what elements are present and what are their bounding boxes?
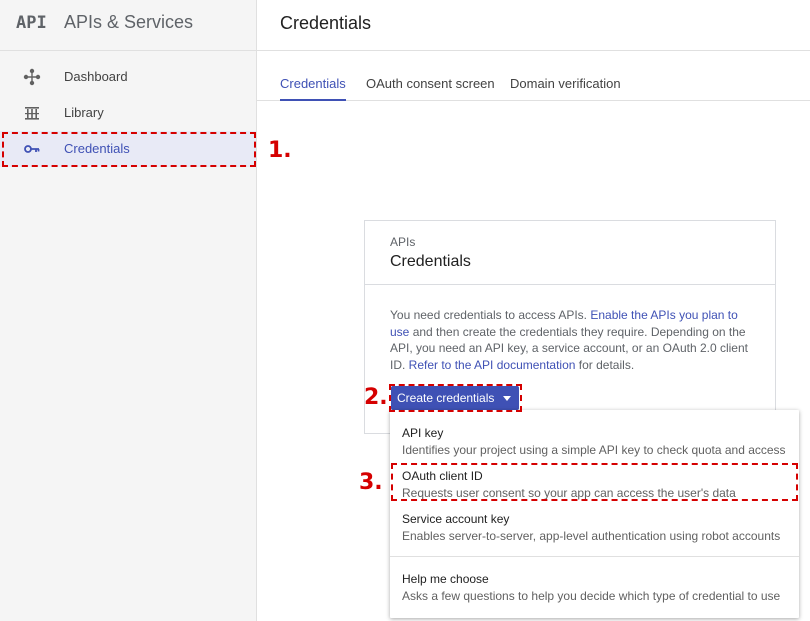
card-header: APIs Credentials: [365, 221, 775, 285]
dashboard-icon: [22, 67, 42, 87]
menu-item-description: Enables server-to-server, app-level auth…: [402, 529, 781, 543]
page-title: Credentials: [280, 13, 372, 33]
menu-item-title: Help me choose: [402, 572, 489, 586]
menu-item-help-me-choose[interactable]: Help me choose Asks a few questions to h…: [390, 566, 799, 608]
brand-header: API APIs & Services: [0, 0, 256, 51]
annotation-box-credentials: [2, 132, 256, 167]
annotation-step-3: 3.: [359, 470, 383, 495]
annotation-box-create-button: [389, 384, 522, 412]
annotation-step-1: 1.: [268, 138, 292, 163]
product-title[interactable]: APIs & Services: [64, 12, 193, 33]
page-header: Credentials: [257, 0, 810, 51]
menu-item-description: Identifies your project using a simple A…: [402, 443, 786, 457]
menu-item-api-key[interactable]: API key Identifies your project using a …: [390, 420, 799, 462]
tab-domain-verification[interactable]: Domain verification: [510, 76, 621, 101]
menu-divider: [390, 556, 799, 557]
menu-item-service-account-key[interactable]: Service account key Enables server-to-se…: [390, 506, 799, 548]
sidebar-item-label: Library: [64, 105, 104, 120]
tab-oauth-consent-screen[interactable]: OAuth consent screen: [366, 76, 495, 101]
menu-item-description: Asks a few questions to help you decide …: [402, 589, 781, 603]
library-icon: [22, 103, 42, 123]
tab-bar: Credentials OAuth consent screen Domain …: [257, 51, 810, 101]
card-description: You need credentials to access APIs. Ena…: [390, 307, 755, 373]
card-eyebrow: APIs: [390, 235, 416, 249]
sidebar-item-dashboard[interactable]: Dashboard: [0, 59, 256, 95]
card-title: Credentials: [390, 253, 471, 270]
card-body-text: for details.: [575, 357, 635, 372]
menu-item-title: Service account key: [402, 512, 510, 526]
sidebar-item-library[interactable]: Library: [0, 95, 256, 131]
card-body-text: You need credentials to access APIs.: [390, 308, 591, 322]
api-documentation-link[interactable]: Refer to the API documentation: [409, 358, 576, 372]
menu-item-title: API key: [402, 426, 444, 440]
sidebar-item-label: Dashboard: [64, 69, 128, 84]
sidebar: API APIs & Services Dashboard Library Cr…: [0, 0, 257, 621]
annotation-box-oauth-client-id: [391, 463, 798, 501]
tab-credentials[interactable]: Credentials: [280, 76, 346, 101]
create-credentials-menu: API key Identifies your project using a …: [390, 410, 799, 618]
api-logo: API: [16, 13, 47, 33]
annotation-step-2: 2.: [364, 385, 388, 410]
